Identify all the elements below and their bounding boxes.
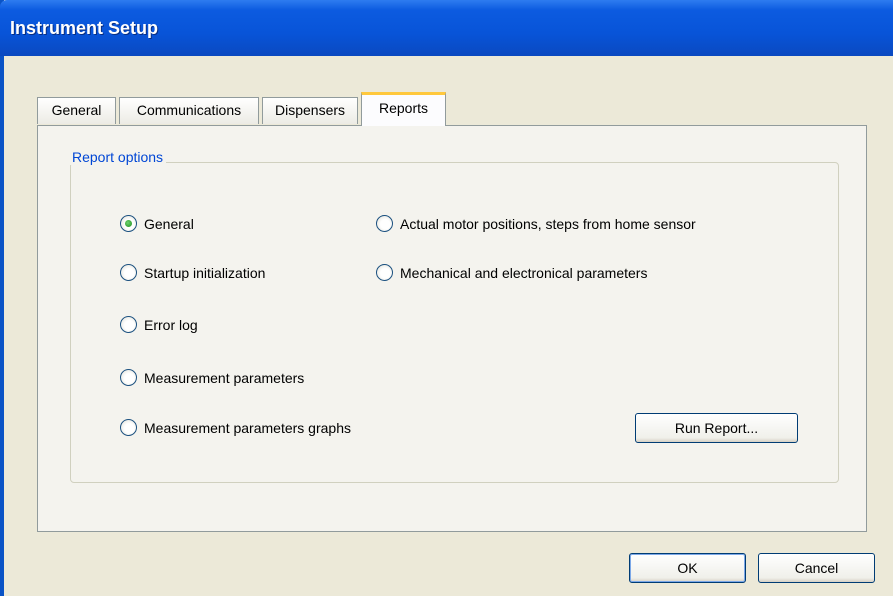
radio-button-icon[interactable] [376, 215, 393, 232]
radio-button-icon[interactable] [376, 264, 393, 281]
run-report-button[interactable]: Run Report... [635, 413, 798, 443]
radio-button-icon[interactable] [120, 264, 137, 281]
tab-reports[interactable]: Reports [361, 92, 446, 126]
report-options-legend: Report options [69, 149, 167, 165]
cancel-button[interactable]: Cancel [758, 553, 875, 583]
radio-error-log[interactable]: Error log [120, 316, 198, 333]
radio-label: General [144, 215, 194, 232]
instrument-setup-dialog: Instrument Setup General Communications … [0, 0, 893, 596]
ok-button[interactable]: OK [629, 553, 746, 583]
radio-label: Error log [144, 316, 198, 333]
tab-dispensers[interactable]: Dispensers [262, 97, 358, 124]
radio-startup-initialization[interactable]: Startup initialization [120, 264, 265, 281]
radio-actual-motor-positions[interactable]: Actual motor positions, steps from home … [376, 215, 696, 232]
radio-label: Mechanical and electronical parameters [400, 264, 648, 281]
radio-label: Measurement parameters graphs [144, 419, 351, 436]
radio-button-icon[interactable] [120, 369, 137, 386]
radio-button-icon[interactable] [120, 419, 137, 436]
radio-label: Actual motor positions, steps from home … [400, 215, 696, 232]
radio-measurement-parameters[interactable]: Measurement parameters [120, 369, 304, 386]
tab-communications[interactable]: Communications [119, 97, 259, 124]
radio-mechanical-electronical-parameters[interactable]: Mechanical and electronical parameters [376, 264, 647, 281]
radio-general[interactable]: General [120, 215, 194, 232]
radio-button-icon[interactable] [120, 316, 137, 333]
radio-button-checked-icon[interactable] [120, 215, 137, 232]
radio-measurement-parameters-graphs[interactable]: Measurement parameters graphs [120, 419, 351, 436]
tab-general[interactable]: General [37, 97, 116, 124]
title-bar[interactable]: Instrument Setup [0, 0, 893, 56]
radio-label: Startup initialization [144, 264, 266, 281]
reports-tab-panel: Report options General Startup initializ… [37, 125, 867, 532]
radio-label: Measurement parameters [144, 369, 305, 386]
window-title: Instrument Setup [10, 18, 159, 38]
